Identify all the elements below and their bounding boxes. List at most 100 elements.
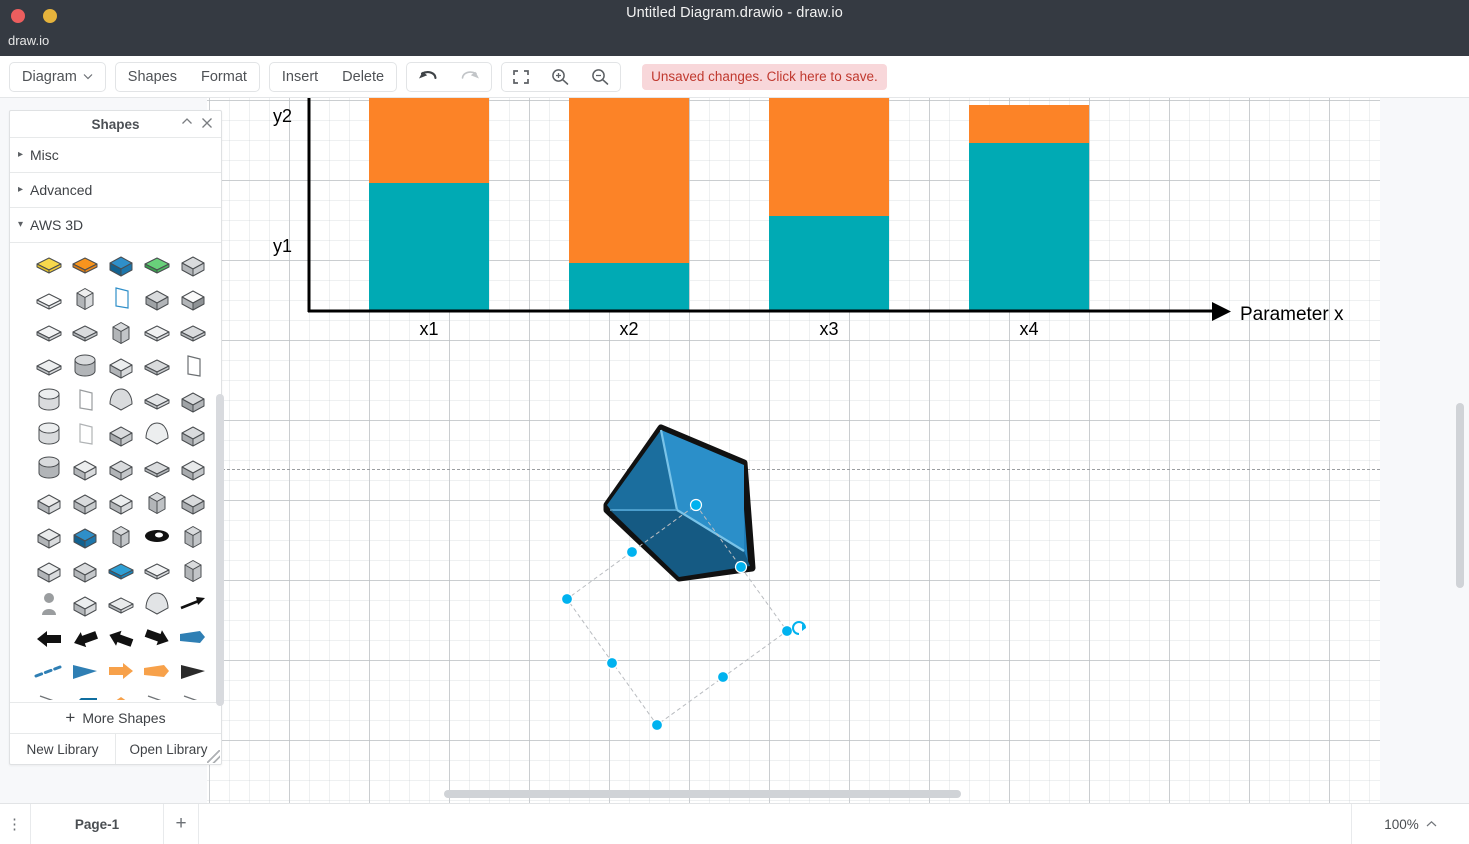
new-library-button[interactable]: New Library bbox=[10, 734, 115, 764]
bar-x2-lower[interactable] bbox=[569, 263, 689, 311]
palette-item-grey-cube-3d[interactable] bbox=[175, 247, 211, 281]
palette-item-grey-screen-3d[interactable] bbox=[31, 281, 67, 315]
format-button[interactable]: Format bbox=[189, 63, 259, 91]
diagram-menu-button[interactable]: Diagram bbox=[10, 63, 105, 91]
palette-item-grey-cube-text-3d[interactable] bbox=[67, 485, 103, 519]
palette-item-orange-diamond[interactable] bbox=[103, 689, 139, 700]
shapes-section-advanced[interactable]: Advanced bbox=[10, 173, 221, 208]
palette-item-blue-slab-3d[interactable] bbox=[103, 553, 139, 587]
palette-item-grey-folder-3d[interactable] bbox=[139, 451, 175, 485]
open-library-button[interactable]: Open Library bbox=[115, 734, 221, 764]
palette-item-grey-panels-3d[interactable] bbox=[67, 587, 103, 621]
palette-item-grey-cylinder2-3d[interactable] bbox=[31, 451, 67, 485]
palette-item-grey-cube-red2-3d[interactable] bbox=[175, 417, 211, 451]
palette-item-grey-drum-3d[interactable] bbox=[67, 349, 103, 383]
palette-item-grey-split-cube-3d[interactable] bbox=[67, 553, 103, 587]
palette-item-grey-cube-mark-3d[interactable] bbox=[103, 451, 139, 485]
undo-button[interactable] bbox=[407, 63, 449, 91]
palette-item-grey-rack-3d[interactable] bbox=[67, 281, 103, 315]
unsaved-changes-banner[interactable]: Unsaved changes. Click here to save. bbox=[642, 63, 887, 90]
palette-item-grey-wedge2-3d[interactable] bbox=[175, 383, 211, 417]
palette-item-orange-arrow-block[interactable] bbox=[103, 655, 139, 689]
palette-item-grey-cube-plain-3d[interactable] bbox=[31, 485, 67, 519]
palette-item-grey-flat-box-3d[interactable] bbox=[31, 315, 67, 349]
shapes-button[interactable]: Shapes bbox=[116, 63, 189, 91]
palette-item-grey-dome-cube-3d[interactable] bbox=[103, 349, 139, 383]
palette-item-orange-tray-3d[interactable] bbox=[67, 247, 103, 281]
palette-item-black-triangle-arrow[interactable] bbox=[175, 655, 211, 689]
palette-item-grey-bell-3d[interactable] bbox=[103, 383, 139, 417]
add-page-button[interactable]: + bbox=[164, 804, 199, 844]
shapes-panel[interactable]: Shapes Misc Advanced AWS 3D + More Shape… bbox=[9, 110, 224, 765]
palette-item-grey-blocks-3d[interactable] bbox=[67, 451, 103, 485]
redo-button[interactable] bbox=[449, 63, 491, 91]
palette-item-blue-pentagon-solid[interactable] bbox=[67, 689, 103, 700]
palette-item-green-slab-3d[interactable] bbox=[139, 247, 175, 281]
palette-item-grey-open-cube-3d[interactable] bbox=[175, 281, 211, 315]
palette-item-blue-document-3d[interactable] bbox=[103, 281, 139, 315]
palette-item-black-arrow-se[interactable] bbox=[139, 621, 175, 655]
palette-item-grey-disk-3d[interactable] bbox=[31, 417, 67, 451]
palette-item-grey-pillars-3d[interactable] bbox=[103, 315, 139, 349]
palette-item-gold-bar-3d[interactable] bbox=[31, 247, 67, 281]
palette-item-grey-tall-cube-3d[interactable] bbox=[175, 553, 211, 587]
palette-scrollbar[interactable] bbox=[216, 394, 224, 706]
palette-item-grey-tower-3d[interactable] bbox=[103, 519, 139, 553]
bar-x1-lower[interactable] bbox=[369, 183, 489, 311]
palette-item-grey-mesh-cube-3d[interactable] bbox=[31, 553, 67, 587]
page-tab-page-1[interactable]: Page-1 bbox=[31, 804, 164, 844]
shapes-section-aws3d[interactable]: AWS 3D bbox=[10, 208, 221, 243]
palette-item-grey-pentagon-3d[interactable] bbox=[139, 587, 175, 621]
palette-item-blue-dashed-arrow[interactable] bbox=[31, 655, 67, 689]
palette-item-blue-cube-3d[interactable] bbox=[103, 247, 139, 281]
palette-item-blue-ribbon-arrow[interactable] bbox=[175, 621, 211, 655]
zoom-in-button[interactable] bbox=[540, 63, 580, 91]
palette-item-black-arrow-sw[interactable] bbox=[31, 621, 67, 655]
palette-item-grey-crate-3d[interactable] bbox=[31, 519, 67, 553]
palette-item-grey-cube-red-3d[interactable] bbox=[103, 417, 139, 451]
palette-item-grey-tower2-3d[interactable] bbox=[175, 519, 211, 553]
palette-item-grey-thick-cube-3d[interactable] bbox=[175, 485, 211, 519]
palette-item-grey-wedge-3d[interactable] bbox=[139, 281, 175, 315]
panel-resize-grip[interactable] bbox=[207, 750, 220, 763]
palette-item-black-arrow-w[interactable] bbox=[67, 621, 103, 655]
palette-item-white-sheet-3d[interactable] bbox=[67, 417, 103, 451]
palette-item-grey-chip-box-3d[interactable] bbox=[67, 315, 103, 349]
palette-item-grey-ring-slab-3d[interactable] bbox=[103, 587, 139, 621]
palette-item-grey-cube-dark-3d[interactable] bbox=[175, 451, 211, 485]
palette-item-grey-grid-panel-3d[interactable] bbox=[139, 383, 175, 417]
canvas-vertical-scrollbar[interactable] bbox=[1456, 403, 1464, 588]
shapes-section-misc[interactable]: Misc bbox=[10, 138, 221, 173]
canvas-horizontal-scrollbar[interactable] bbox=[444, 790, 961, 798]
more-shapes-button[interactable]: + More Shapes bbox=[10, 702, 221, 733]
palette-item-blue-cube-solid-3d[interactable] bbox=[67, 519, 103, 553]
palette-item-grey-package-slab-3d[interactable] bbox=[31, 349, 67, 383]
palette-item-black-arrow-nw[interactable] bbox=[103, 621, 139, 655]
palette-item-grey-person-3d[interactable] bbox=[31, 587, 67, 621]
close-icon[interactable] bbox=[201, 117, 215, 129]
palette-item-grey-thin-slab-3d[interactable] bbox=[139, 315, 175, 349]
bar-x4-upper[interactable] bbox=[969, 105, 1089, 143]
collapse-icon[interactable] bbox=[181, 117, 195, 126]
palette-item-blue-small-arrow[interactable] bbox=[67, 655, 103, 689]
shape-palette[interactable] bbox=[10, 243, 221, 700]
bar-x3-lower[interactable] bbox=[769, 216, 889, 311]
zoom-out-button[interactable] bbox=[580, 63, 620, 91]
palette-item-grey-dome-red-3d[interactable] bbox=[139, 417, 175, 451]
palette-item-thin-zigzag-arrow[interactable] bbox=[31, 689, 67, 700]
palette-item-grey-cylinder-3d[interactable] bbox=[31, 383, 67, 417]
palette-item-grey-open-tray-3d[interactable] bbox=[139, 553, 175, 587]
palette-item-orange-ribbon[interactable] bbox=[139, 655, 175, 689]
palette-item-grey-tag-3d[interactable] bbox=[175, 349, 211, 383]
palette-item-grey-gear-slab-3d[interactable] bbox=[175, 315, 211, 349]
palette-item-sample-edge-1[interactable] bbox=[139, 689, 175, 700]
zoom-level-button[interactable]: 100% bbox=[1351, 804, 1469, 844]
bar-x3-upper[interactable] bbox=[769, 98, 889, 216]
bar-x4-lower[interactable] bbox=[969, 143, 1089, 311]
page-menu-button[interactable]: ⋮ bbox=[0, 804, 31, 844]
palette-item-grey-bundle-3d[interactable] bbox=[139, 485, 175, 519]
bar-x2-upper[interactable] bbox=[569, 98, 689, 263]
insert-button[interactable]: Insert bbox=[270, 63, 330, 91]
fullscreen-button[interactable] bbox=[502, 63, 540, 91]
palette-item-black-disc-3d[interactable] bbox=[139, 519, 175, 553]
